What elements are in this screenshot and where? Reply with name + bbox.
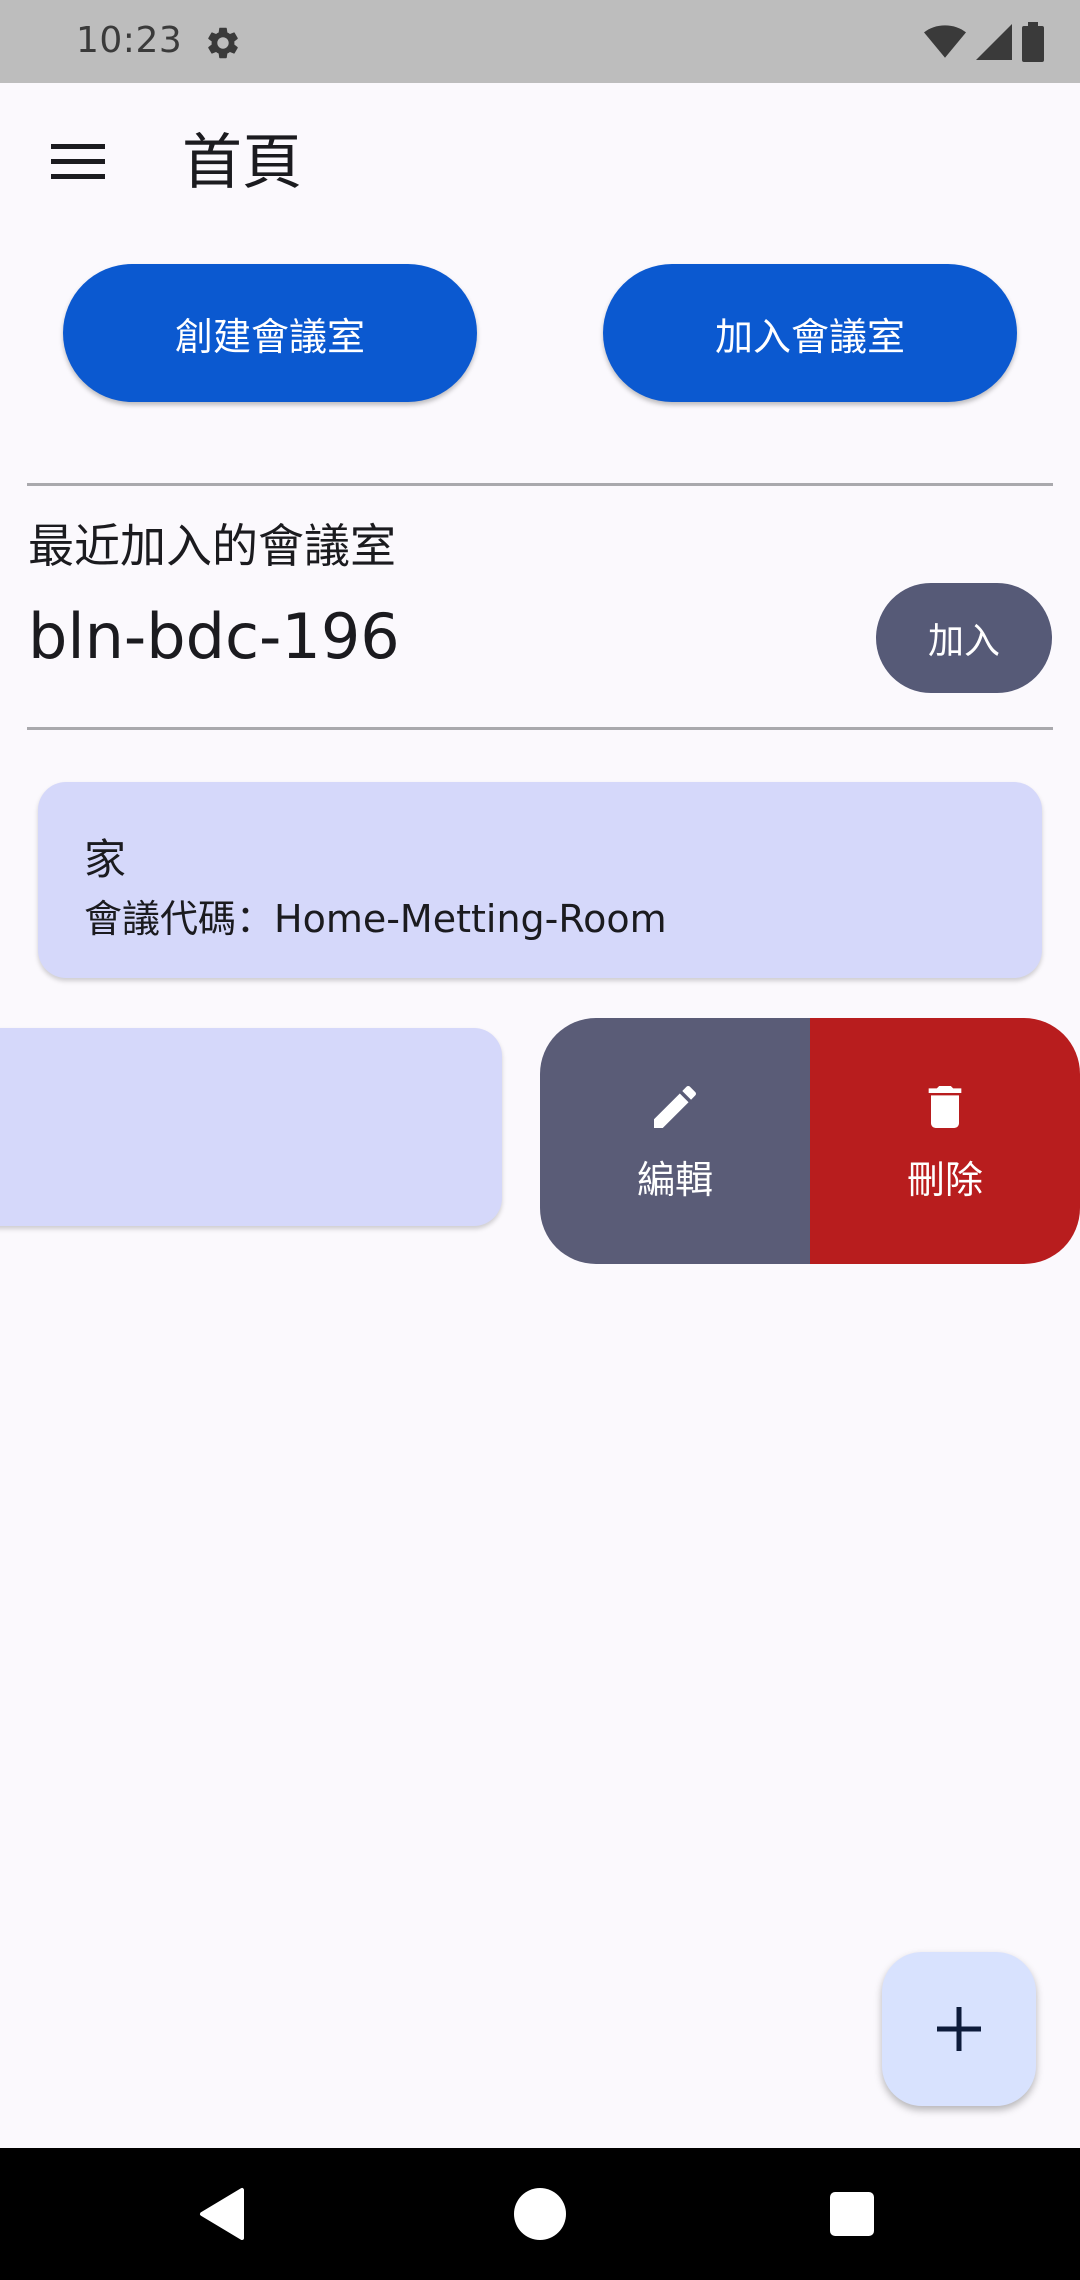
cell-signal-icon <box>976 24 1012 64</box>
divider <box>27 483 1053 486</box>
app-bar: 首頁 <box>0 83 1080 243</box>
plus-icon <box>937 2007 981 2051</box>
divider <box>27 727 1053 730</box>
room-name: 家 <box>84 835 127 884</box>
add-room-fab[interactable] <box>882 1952 1036 2106</box>
join-room-button[interactable]: 加入會議室 <box>603 264 1017 402</box>
recents-icon[interactable] <box>830 2192 874 2236</box>
recent-room-code: bln-bdc-196 <box>28 600 400 673</box>
menu-button[interactable] <box>40 123 116 199</box>
recent-join-button[interactable]: 加入 <box>876 583 1052 693</box>
delete-label: 刪除 <box>906 1157 983 1202</box>
home-icon[interactable] <box>514 2188 566 2240</box>
room-card-swiped[interactable] <box>0 1028 502 1226</box>
room-code: 會議代碼：Home-Metting-Room <box>84 897 667 941</box>
create-room-button[interactable]: 創建會議室 <box>63 264 477 402</box>
wifi-icon <box>924 24 966 64</box>
page-title: 首頁 <box>182 128 302 198</box>
edit-label: 編輯 <box>636 1157 713 1202</box>
recent-rooms-label: 最近加入的會議室 <box>28 519 396 573</box>
edit-button[interactable]: 編輯 <box>540 1018 810 1264</box>
battery-icon <box>1022 22 1044 66</box>
system-nav-bar <box>0 2148 1080 2280</box>
room-card[interactable]: 家 會議代碼：Home-Metting-Room <box>38 782 1042 978</box>
pencil-icon <box>654 1085 697 1128</box>
status-icons <box>924 22 1044 66</box>
swipe-actions: 編輯 刪除 <box>540 1018 1080 1264</box>
delete-button[interactable]: 刪除 <box>810 1018 1080 1264</box>
back-icon[interactable] <box>198 2186 248 2242</box>
menu-icon <box>51 144 105 179</box>
status-time: 10:23 <box>76 20 183 61</box>
screen: 10:23 首頁 創建會議室 加入會議室 最近加入的會議室 bln-bdc-19… <box>0 0 1080 2280</box>
trash-icon <box>928 1085 962 1128</box>
gear-icon <box>204 24 242 62</box>
status-bar: 10:23 <box>0 0 1080 83</box>
